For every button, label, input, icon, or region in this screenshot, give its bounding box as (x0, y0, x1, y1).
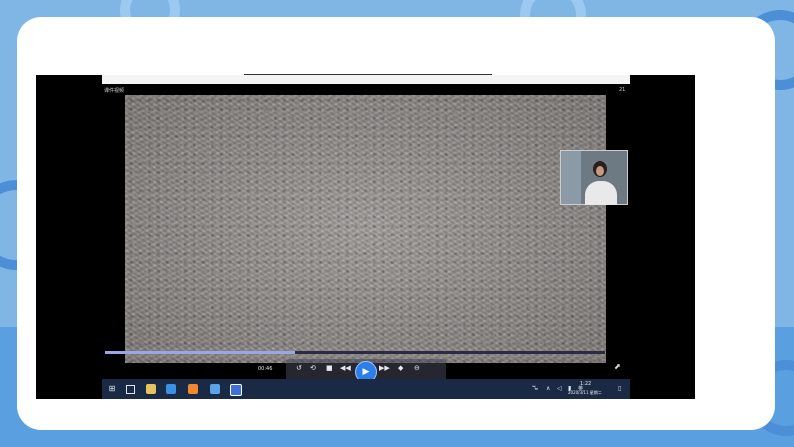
app-icon-light-blue[interactable] (210, 384, 220, 394)
expand-icon[interactable]: ⬈ (614, 362, 621, 371)
rewind-icon[interactable]: ↺ (296, 364, 302, 372)
app-icon-blue[interactable] (166, 384, 176, 394)
stop-icon[interactable]: ■ (326, 364, 333, 372)
video-frame[interactable] (125, 95, 606, 363)
clock-time[interactable]: 1:22 (580, 381, 591, 387)
file-explorer-icon[interactable] (146, 384, 156, 394)
volume-icon[interactable]: ◆ (398, 364, 403, 372)
clock-date[interactable]: 2020/3/11 星期二 (568, 390, 602, 396)
progress-fill (105, 351, 295, 354)
app-icon-active[interactable] (230, 384, 242, 396)
webcam-background (561, 151, 581, 204)
window-title: 课件视频 (104, 88, 125, 94)
recorded-screen: 课件视频 21 00:46 ↺ ⟲ ■ ◀◀ ▶ ▶▶ ◆ ⊖ ⬈ ⊞ ꘛ ∧ … (36, 75, 695, 399)
speaker-icon[interactable]: ◁ (557, 385, 562, 392)
webcam-person-face (596, 166, 604, 176)
notification-icon[interactable]: ▯ (618, 385, 621, 392)
windows-start-icon[interactable]: ⊞ (107, 384, 117, 394)
next-icon[interactable]: ▶▶ (379, 364, 390, 372)
loop-icon[interactable]: ⟲ (310, 364, 316, 372)
window-top-strip (102, 75, 630, 84)
network-icon[interactable]: ꘛ (532, 385, 538, 393)
chevron-up-icon[interactable]: ∧ (546, 385, 550, 392)
progress-bar[interactable] (105, 351, 605, 354)
task-view-icon[interactable] (126, 385, 135, 394)
window-corner-label: 21 (619, 87, 626, 93)
webcam-overlay (560, 150, 628, 205)
taskbar: ⊞ ꘛ ∧ ◁ ▮ 英 1:22 2020/3/11 星期二 ▯ (102, 379, 630, 399)
app-icon-orange[interactable] (188, 384, 198, 394)
previous-icon[interactable]: ◀◀ (340, 364, 351, 372)
webcam-person-body (585, 181, 617, 205)
elapsed-time: 00:46 (258, 366, 273, 372)
settings-icon[interactable]: ⊖ (414, 364, 420, 372)
